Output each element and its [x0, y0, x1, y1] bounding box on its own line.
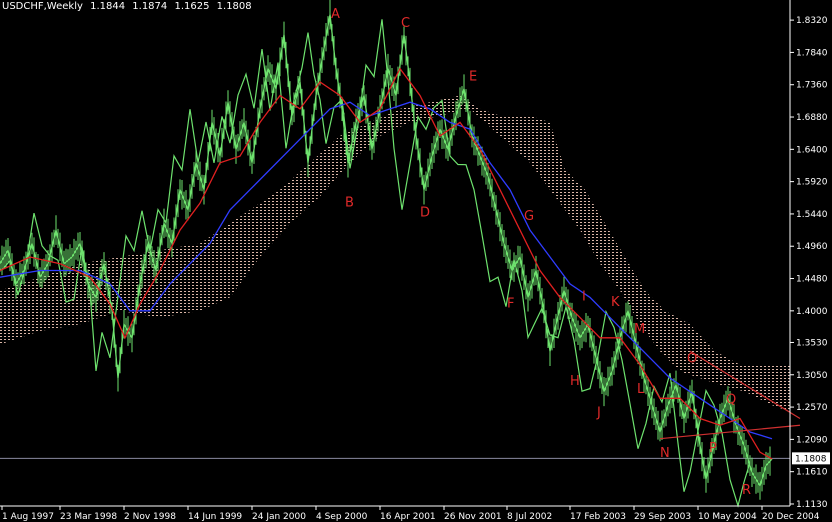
price-tick-label: 1.5440 [796, 210, 828, 220]
price-tick-label: 1.7840 [796, 48, 828, 58]
time-tick-label: 1 Aug 1997 [2, 512, 54, 522]
time-axis: 1 Aug 1997 23 Mar 1998 2 Nov 1998 14 Jun 19… [1, 506, 820, 522]
wave-label-f: F [507, 296, 514, 311]
time-tick-label: 29 Sep 2003 [634, 512, 691, 522]
plot-area[interactable]: A B C D E F G H I J K L M N O P Q R [0, 0, 801, 508]
wave-label-e: E [469, 70, 477, 85]
chart-window[interactable]: USDCHF,Weekly 1.1844 1.1874 1.1625 1.180… [0, 0, 832, 522]
price-chart[interactable]: A B C D E F G H I J K L M N O P Q R 1.8320 1.7840 1.7360 1.6… [0, 0, 832, 522]
wave-label-d: D [420, 206, 430, 221]
wave-label-p: P [709, 441, 717, 456]
time-tick-label: 10 May 2004 [698, 512, 757, 522]
ichimoku-cloud [0, 95, 790, 412]
price-tick-label: 1.3530 [796, 338, 828, 348]
time-tick-label: 16 Apr 2001 [380, 512, 436, 522]
price-tick-label: 1.1610 [796, 468, 828, 478]
time-tick-label: 8 Jul 2002 [507, 512, 552, 522]
wave-label-r: R [742, 483, 751, 498]
time-tick-label: 26 Nov 2001 [444, 512, 502, 522]
price-tick-label: 1.8320 [796, 16, 828, 26]
wave-label-k: K [611, 295, 620, 310]
price-tick-label: 1.4960 [796, 242, 828, 252]
price-tick-label: 1.4000 [796, 307, 828, 317]
wave-label-o: O [687, 352, 697, 367]
wave-label-n: N [660, 446, 670, 461]
current-price-label: 1.1808 [795, 454, 827, 464]
time-tick-label: 20 Dec 2004 [762, 512, 820, 522]
wave-label-j: J [596, 405, 601, 420]
wave-label-m: M [634, 322, 645, 337]
price-tick-label: 1.3050 [796, 371, 828, 381]
time-tick-label: 14 Jun 1999 [188, 512, 242, 522]
time-tick-label: 2 Nov 1998 [124, 512, 176, 522]
wave-label-g: G [524, 209, 534, 224]
trendline-1[interactable] [659, 424, 801, 440]
price-bars [0, 0, 771, 500]
wave-label-q: Q [726, 393, 736, 408]
wave-label-l: L [637, 382, 645, 397]
time-tick-label: 23 Mar 1998 [60, 512, 117, 522]
price-tick-label: 1.4480 [796, 275, 828, 285]
time-tick-label: 17 Feb 2003 [570, 512, 626, 522]
price-tick-label: 1.7360 [796, 81, 828, 91]
wave-label-c: C [401, 16, 410, 31]
wave-label-i: I [582, 290, 586, 305]
price-tick-label: 1.1130 [796, 500, 828, 510]
wave-label-h: H [570, 374, 580, 389]
time-tick-label: 4 Sep 2000 [316, 512, 368, 522]
price-tick-label: 1.6880 [796, 113, 828, 123]
price-tick-label: 1.6400 [796, 145, 828, 155]
price-axis: 1.8320 1.7840 1.7360 1.6880 1.6400 1.5920 1.54… [790, 16, 830, 510]
time-tick-label: 24 Jan 2000 [252, 512, 306, 522]
wave-label-a: A [331, 7, 340, 22]
price-tick-label: 1.2090 [796, 435, 828, 445]
price-tick-label: 1.5920 [796, 178, 828, 188]
wave-label-b: B [345, 196, 354, 211]
price-tick-label: 1.2570 [796, 403, 828, 413]
